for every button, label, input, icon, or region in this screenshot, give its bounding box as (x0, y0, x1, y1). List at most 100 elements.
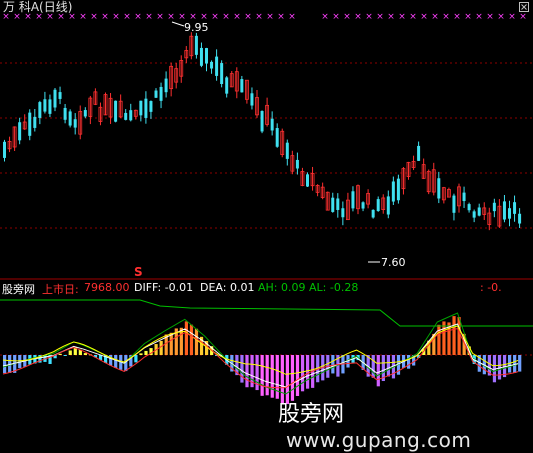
cross-marker: × (442, 12, 450, 22)
candle (386, 190, 390, 219)
cross-marker: × (475, 12, 483, 22)
histogram-bar (169, 332, 173, 355)
candle (22, 114, 27, 130)
candle-body (43, 99, 47, 112)
chart-canvas[interactable]: × × × × × × × × × × × × × × × × × × × × × × × × × × × × × × × × × × × × × × × ×… (0, 0, 533, 428)
ah-value: AH: 0.09 (258, 281, 306, 294)
candle (88, 95, 93, 125)
candle (159, 82, 163, 109)
candle (240, 75, 244, 93)
candle-body (28, 112, 32, 136)
histogram-bar (275, 355, 279, 399)
candle (492, 198, 496, 218)
candle-body (53, 89, 57, 108)
candle (199, 42, 203, 68)
candle (28, 109, 32, 141)
candle (472, 209, 476, 223)
candle (73, 113, 77, 135)
candle-body (144, 98, 148, 118)
candle-body (3, 141, 6, 158)
candle (467, 202, 471, 213)
candle-body (250, 93, 254, 106)
listing-value: 7968.00 (84, 281, 130, 294)
histogram-bar (457, 317, 461, 355)
close-icon[interactable] (519, 2, 529, 12)
cross-marker: × (365, 12, 373, 22)
cross-marker: × (211, 12, 219, 22)
candle (401, 167, 406, 195)
candle-body (210, 61, 214, 69)
cross-marker: × (277, 12, 285, 22)
candle-body (38, 102, 42, 118)
candle (345, 192, 350, 221)
candle-body (396, 178, 400, 201)
candle-body (492, 202, 496, 212)
candle (18, 117, 22, 145)
cross-marker-row: × × × × × × × × × × × × × × × × × × × × × × × × × × × × × × × × × × × × × × × ×… (2, 12, 527, 22)
candle (98, 102, 103, 126)
candle-body (124, 112, 128, 120)
candle-body (129, 110, 133, 121)
candle-body (306, 174, 309, 187)
cross-marker: × (233, 12, 241, 22)
candle (83, 107, 87, 119)
candle (103, 92, 108, 116)
candle-body (386, 196, 390, 215)
histogram-bar (83, 353, 87, 355)
candle (457, 183, 461, 213)
histogram-bar (376, 355, 380, 387)
cross-marker: × (343, 12, 351, 22)
candlestick-series[interactable] (3, 32, 522, 231)
cross-marker: × (134, 12, 142, 22)
cross-marker: × (409, 12, 417, 22)
candle-body (63, 107, 67, 120)
histogram-bar (245, 355, 249, 388)
candle (421, 158, 426, 180)
candle (331, 192, 335, 213)
candle-body (114, 100, 118, 122)
candle-body (199, 47, 203, 66)
candle (234, 67, 239, 99)
cross-marker: × (497, 12, 505, 22)
cross-marker: × (90, 12, 98, 22)
candle (108, 93, 113, 124)
candle (497, 199, 502, 228)
candle (169, 62, 174, 97)
histogram-bar (134, 355, 138, 363)
candle (280, 128, 285, 158)
cross-marker: × (398, 12, 406, 22)
candle (306, 172, 309, 187)
candle-body (149, 101, 153, 112)
candle-body (508, 208, 511, 219)
candle (320, 182, 325, 200)
candle-body (467, 204, 471, 211)
histogram-bar (300, 355, 305, 392)
cross-marker: × (145, 12, 153, 22)
listing-label: 上市日: (42, 283, 79, 296)
candle (174, 63, 179, 89)
candle (244, 79, 249, 104)
cross-marker: × (464, 12, 472, 22)
high-pointer (171, 21, 185, 27)
cross-marker: × (387, 12, 395, 22)
cross-marker: × (79, 12, 87, 22)
candle (396, 174, 400, 204)
candle-body (73, 119, 77, 128)
dea-value: DEA: 0.01 (200, 281, 255, 294)
candle (194, 32, 198, 59)
candle (441, 186, 446, 204)
cross-marker: × (288, 12, 296, 22)
candle (215, 49, 219, 81)
candle (149, 100, 153, 119)
candle-body (159, 86, 163, 101)
candle (371, 209, 375, 219)
candle (78, 105, 83, 140)
histogram-bar (407, 355, 411, 369)
candle (366, 189, 371, 209)
candle (124, 109, 128, 121)
candle (220, 60, 224, 88)
candle-body (513, 202, 517, 214)
candle-body (194, 35, 198, 55)
histogram-bar (518, 355, 522, 372)
candle (315, 184, 320, 197)
